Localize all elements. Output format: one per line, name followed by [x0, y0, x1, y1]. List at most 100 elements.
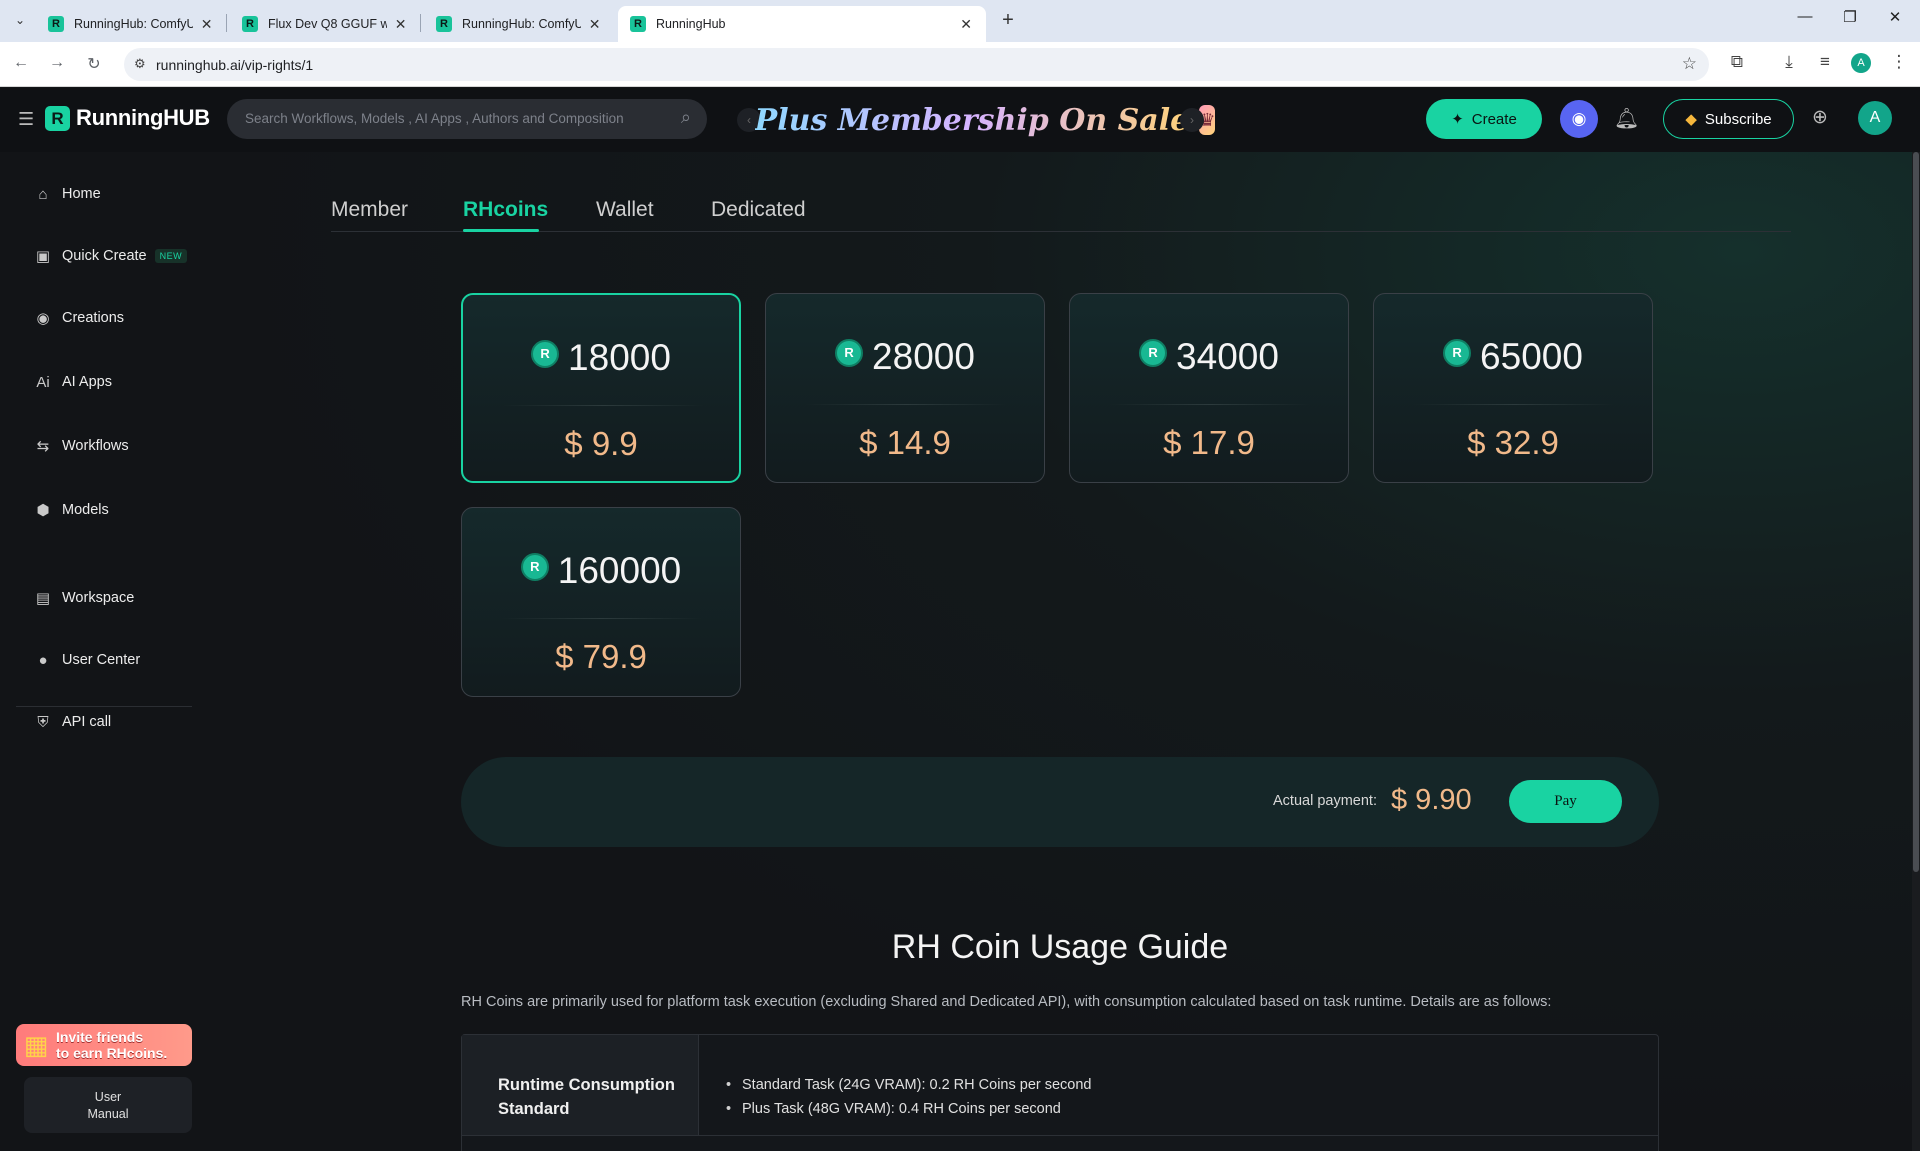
browser-tab[interactable]: R RunningHub: ComfyUI Cloud, C ✕	[424, 6, 614, 42]
discord-icon[interactable]: ◉	[1560, 100, 1598, 138]
tab-member[interactable]: Member	[331, 198, 408, 222]
rh-coin-icon: R	[520, 553, 549, 581]
coin-amount: 34000	[1176, 336, 1279, 377]
close-tab-icon[interactable]: ✕	[958, 16, 974, 33]
url-bar[interactable]: ⚙ runninghub.ai/vip-rights/1 ☆	[124, 48, 1709, 81]
sidebar-item-label: Workflows	[62, 438, 129, 454]
sidebar-item-label: User Center	[62, 652, 141, 668]
manual-line1: User	[94, 1090, 122, 1104]
extensions-icon[interactable]: ⧉	[1725, 52, 1749, 72]
browser-tab[interactable]: R RunningHub: ComfyUI Cloud, C ✕	[36, 6, 226, 42]
create-button[interactable]: ✦ Create	[1426, 99, 1542, 139]
reload-icon[interactable]: ↻	[83, 54, 105, 74]
tab-title: RunningHub	[656, 17, 726, 31]
new-tab-icon[interactable]: +	[996, 9, 1020, 32]
runninghub-logo-icon: R	[45, 105, 70, 131]
user-center-icon: ●	[38, 651, 48, 669]
logo[interactable]: R RunningHUB	[45, 105, 210, 131]
coin-package-card[interactable]: R 18000 $ 9.9	[461, 293, 741, 483]
tab-dedicated[interactable]: Dedicated	[711, 198, 806, 222]
user-manual-button[interactable]: User Manual	[24, 1077, 192, 1133]
guide-row-header: Runtime Consumption Standard	[462, 1035, 699, 1135]
banner-text: Plus Membership On Sale	[754, 102, 1190, 138]
forward-icon[interactable]: →	[46, 54, 68, 72]
bell-icon[interactable]: 🔔︎	[1614, 106, 1639, 131]
main-content: Member RHcoins Wallet Dedicated R 18000 …	[200, 152, 1912, 1151]
browser-tab-active[interactable]: R RunningHub ✕	[618, 6, 986, 42]
rocket-icon: ✦	[1451, 111, 1464, 128]
rh-coin-icon: R	[531, 340, 560, 368]
ai-apps-icon: Ai	[36, 373, 50, 391]
coin-package-card[interactable]: R 160000 $ 79.9	[461, 507, 741, 697]
close-tab-icon[interactable]: ✕	[587, 16, 602, 33]
app-header: ☰ R RunningHUB Search Workflows, Models …	[0, 88, 1920, 152]
home-icon: ⌂	[38, 185, 48, 203]
promo-banner[interactable]: Plus Membership On Sale ♛	[755, 90, 1216, 150]
list-item: Plus Task (48G VRAM): 0.4 RH Coins per s…	[726, 1097, 1092, 1121]
search-icon[interactable]: ⌕	[681, 107, 691, 128]
sidebar-item-quick-create[interactable]: ▣ Quick Create NEW	[32, 244, 188, 268]
sidebar-item-home[interactable]: ⌂ Home	[32, 182, 100, 206]
sidebar-item-api-call[interactable]: ⛨ API call	[32, 710, 111, 734]
manual-line2: Manual	[87, 1107, 129, 1121]
package-price: $ 9.9	[564, 425, 638, 462]
tab-wallet[interactable]: Wallet	[596, 198, 654, 222]
browser-profile-avatar[interactable]: A	[1851, 53, 1871, 73]
card-divider	[1414, 404, 1614, 405]
back-icon[interactable]: ←	[10, 54, 32, 72]
menu-toggle-icon[interactable]: ☰	[18, 109, 34, 130]
search-placeholder: Search Workflows, Models , AI Apps , Aut…	[245, 111, 624, 126]
sidebar: ⌂ Home ▣ Quick Create NEW ◉ Creations Ai…	[0, 152, 200, 1151]
workspace-icon: ▤	[35, 590, 51, 607]
create-label: Create	[1471, 110, 1517, 128]
subscribe-button[interactable]: ◆ Subscribe	[1663, 99, 1794, 139]
api-call-icon: ⛨	[37, 713, 49, 731]
coin-package-card[interactable]: R 28000 $ 14.9	[765, 293, 1045, 483]
sidebar-item-user-center[interactable]: ● User Center	[32, 648, 140, 672]
restore-icon[interactable]: ❐	[1835, 8, 1865, 26]
sidebar-item-models[interactable]: ⬢ Models	[32, 498, 108, 522]
invite-friends-banner[interactable]: ▦ Invite friends to earn RHcoins.	[16, 1024, 192, 1066]
guide-title: RH Coin Usage Guide	[891, 928, 1229, 966]
rh-coin-icon: R	[1139, 339, 1168, 367]
sidebar-item-ai-apps[interactable]: Ai AI Apps	[32, 370, 112, 394]
close-tab-icon[interactable]: ✕	[199, 16, 214, 33]
runninghub-favicon-icon: R	[242, 16, 258, 32]
sidebar-item-workflows[interactable]: ⇆ Workflows	[32, 434, 129, 458]
scrollbar-thumb[interactable]	[1913, 152, 1919, 872]
close-tab-icon[interactable]: ✕	[393, 16, 408, 33]
download-icon[interactable]: ⤓	[1777, 52, 1801, 72]
card-divider	[806, 404, 1006, 405]
tab-separator	[420, 14, 421, 32]
invite-line2: to earn RHcoins.	[56, 1045, 168, 1061]
minimize-icon[interactable]: —	[1790, 8, 1820, 25]
treasure-chest-icon: ▦	[23, 1030, 49, 1060]
bookmark-star-icon[interactable]: ☆	[1682, 54, 1697, 74]
sidebar-item-label: Quick Create	[62, 248, 147, 264]
sidebar-item-creations[interactable]: ◉ Creations	[32, 306, 124, 330]
subscribe-label: Subscribe	[1704, 110, 1772, 128]
language-icon[interactable]: ⊕	[1812, 106, 1828, 129]
pay-button[interactable]: Pay	[1509, 780, 1622, 823]
banner-next-icon[interactable]: ›	[1180, 108, 1204, 132]
coin-package-card[interactable]: R 34000 $ 17.9	[1069, 293, 1349, 483]
card-divider	[503, 405, 703, 406]
card-divider	[1110, 404, 1310, 405]
user-avatar[interactable]: A	[1858, 101, 1892, 135]
coin-amount: 28000	[872, 336, 975, 377]
guide-description: RH Coins are primarily used for platform…	[461, 994, 1552, 1010]
browser-menu-icon[interactable]: ⋮	[1887, 52, 1911, 72]
browser-tab[interactable]: R Flux Dev Q8 GGUF with Control ✕	[230, 6, 420, 42]
close-window-icon[interactable]: ✕	[1880, 8, 1910, 26]
rh-coin-icon: R	[835, 339, 864, 367]
tab-rhcoins[interactable]: RHcoins	[463, 198, 548, 222]
media-control-icon[interactable]: ≡	[1813, 52, 1837, 72]
coin-package-card[interactable]: R 65000 $ 32.9	[1373, 293, 1653, 483]
coin-amount: 65000	[1480, 336, 1583, 377]
site-info-icon[interactable]: ⚙	[134, 56, 146, 72]
sidebar-item-workspace[interactable]: ▤ Workspace	[32, 586, 134, 610]
search-bar[interactable]: Search Workflows, Models , AI Apps , Aut…	[227, 99, 707, 139]
tab-search-icon[interactable]: ⌄	[8, 8, 32, 32]
browser-tabbar: ⌄ R RunningHub: ComfyUI Cloud, C ✕ R Flu…	[0, 0, 1920, 42]
quick-create-icon: ▣	[35, 248, 51, 265]
